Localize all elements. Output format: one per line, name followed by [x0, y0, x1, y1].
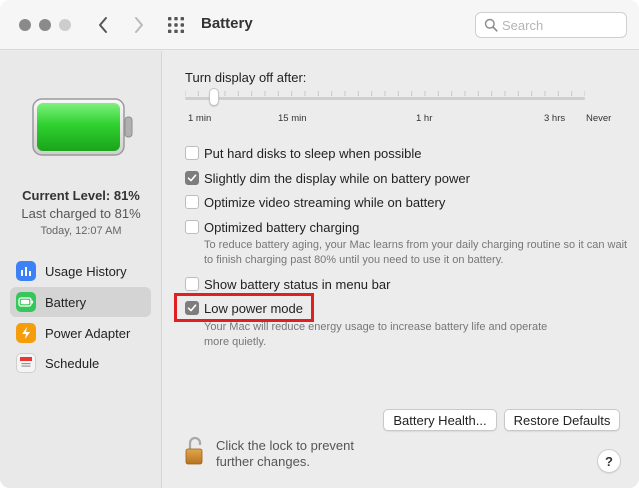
search-icon	[484, 18, 498, 32]
tick-label-never: Never	[586, 113, 612, 124]
window-title: Battery	[201, 15, 253, 32]
chevron-right-icon	[135, 17, 143, 33]
title-bar: Battery	[0, 0, 639, 50]
sidebar-item-label: Battery	[45, 294, 87, 310]
slider-tick-marks	[185, 91, 585, 96]
sidebar-item-label: Power Adapter	[45, 325, 131, 341]
option-optimize-video[interactable]: Optimize video streaming while on batter…	[185, 193, 445, 211]
option-optimized-charging[interactable]: Optimized battery charging	[185, 218, 359, 236]
usage-history-icon	[16, 261, 36, 281]
option-low-power-mode[interactable]: Low power mode	[185, 299, 303, 317]
tick-label-15-min: 15 min	[278, 113, 307, 124]
minimize-window-button[interactable]	[39, 19, 51, 31]
zoom-window-button[interactable]	[59, 19, 71, 31]
tick-label-3-hrs: 3 hrs	[544, 113, 566, 124]
sidebar-item-label: Schedule	[45, 355, 100, 371]
battery-preferences-window: Battery Current Level: 81% Last charged …	[0, 0, 639, 488]
low-power-mode-description: Your Mac will reduce energy usage to inc…	[204, 321, 548, 348]
low-power-mode-checkbox[interactable]	[185, 301, 199, 315]
close-window-button[interactable]	[19, 19, 31, 31]
last-charged-text: Last charged to 81%	[21, 206, 141, 221]
main-pane: Turn display off after: 1 min 15 min 1 h…	[163, 51, 639, 488]
lock-icon[interactable]	[185, 435, 203, 467]
schedule-icon	[16, 353, 36, 373]
option-label: Optimize video streaming while on batter…	[204, 194, 446, 210]
charged-time-text: Today, 12:07 AM	[40, 225, 122, 237]
option-show-battery-status[interactable]: Show battery status in menu bar	[185, 275, 390, 293]
battery-level-icon	[32, 98, 133, 156]
forward-button[interactable]	[128, 13, 150, 37]
option-label: Low power mode	[204, 300, 303, 316]
option-hard-disk-sleep[interactable]: Put hard disks to sleep when possible	[185, 144, 422, 162]
display-off-slider-thumb[interactable]	[209, 88, 219, 106]
sidebar-item-label: Usage History	[45, 263, 127, 279]
dim-display-checkbox[interactable]	[185, 171, 199, 185]
sidebar: Current Level: 81% Last charged to 81% T…	[0, 51, 162, 488]
option-label: Show battery status in menu bar	[204, 276, 391, 292]
option-label: Slightly dim the display while on batter…	[204, 170, 470, 186]
show-battery-status-checkbox[interactable]	[185, 277, 199, 291]
option-label: Optimized battery charging	[204, 219, 360, 235]
back-button[interactable]	[92, 13, 114, 37]
sidebar-item-power-adapter[interactable]: Power Adapter	[10, 318, 151, 348]
sidebar-item-schedule[interactable]: Schedule	[10, 348, 151, 378]
option-dim-display[interactable]: Slightly dim the display while on batter…	[185, 169, 470, 187]
help-button[interactable]: ?	[597, 449, 621, 473]
optimize-video-checkbox[interactable]	[185, 195, 199, 209]
battery-health-button[interactable]: Battery Health...	[383, 409, 497, 431]
sidebar-item-usage-history[interactable]: Usage History	[10, 256, 151, 286]
tick-label-1-hr: 1 hr	[416, 113, 433, 124]
grid-icon	[168, 17, 184, 33]
option-label: Put hard disks to sleep when possible	[204, 145, 422, 161]
chevron-left-icon	[99, 17, 107, 33]
show-all-button[interactable]	[166, 15, 186, 35]
checkmark-icon	[187, 304, 197, 312]
optimized-charging-description: To reduce battery aging, your Mac learns…	[204, 239, 628, 266]
restore-defaults-button[interactable]: Restore Defaults	[504, 409, 620, 431]
checkmark-icon	[187, 174, 197, 182]
power-adapter-icon	[16, 323, 36, 343]
sidebar-item-battery[interactable]: Battery	[10, 287, 151, 317]
optimized-charging-checkbox[interactable]	[185, 220, 199, 234]
current-level-text: Current Level: 81%	[22, 188, 140, 203]
search-input[interactable]	[502, 16, 620, 34]
tick-label-1-min: 1 min	[188, 113, 212, 124]
display-off-title: Turn display off after:	[185, 70, 307, 85]
hard-disk-sleep-checkbox[interactable]	[185, 146, 199, 160]
lock-message: Click the lock to prevent further change…	[216, 438, 355, 469]
search-field[interactable]	[475, 12, 627, 38]
battery-icon	[16, 292, 36, 312]
